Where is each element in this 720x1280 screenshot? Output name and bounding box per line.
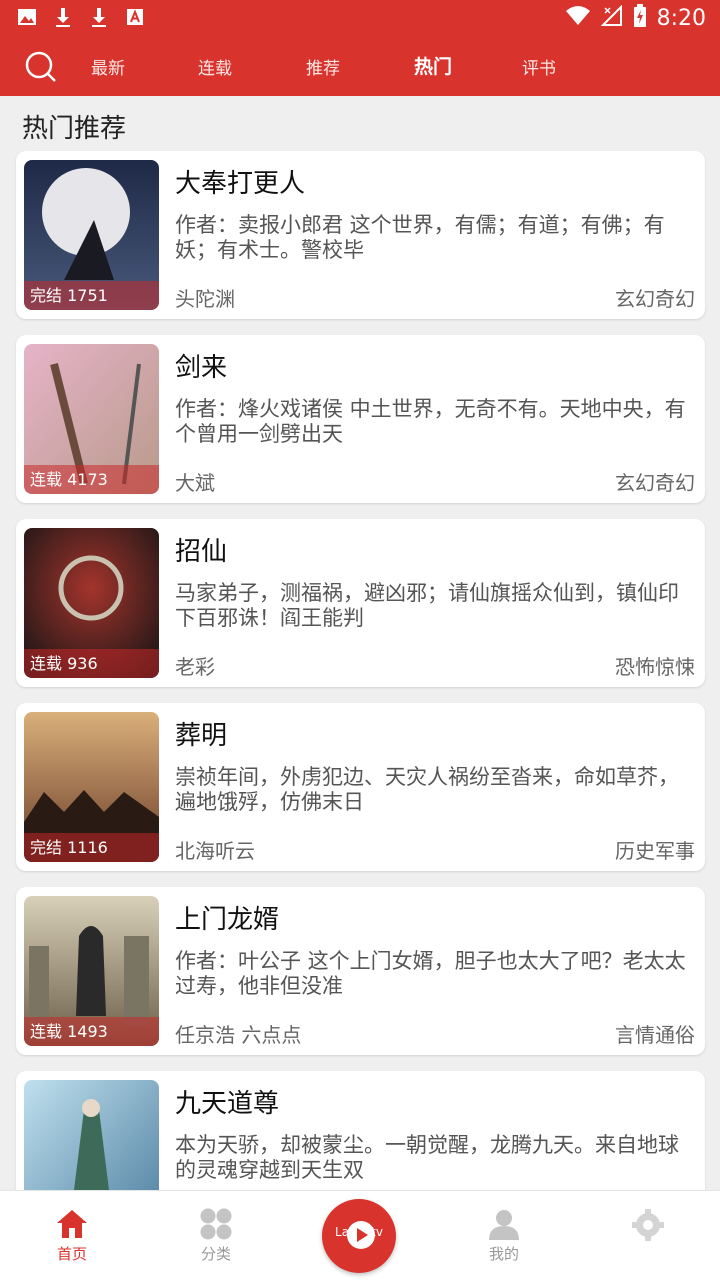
tab-recommended[interactable]: 推荐 — [306, 54, 340, 79]
book-narrator: 头陀渊 — [175, 287, 235, 311]
tab-storytelling[interactable]: 评书 — [522, 54, 556, 79]
download-icon — [88, 6, 110, 28]
book-description: 崇祯年间，外虏犯边、天灾人祸纷至沓来，命如草芥，遍地饿殍，仿佛末日 — [175, 765, 679, 814]
book-category: 玄幻奇幻 — [615, 287, 695, 311]
book-title: 九天道尊 — [175, 1089, 280, 1119]
signal-icon — [600, 4, 623, 31]
book-narrator: 北海听云 — [175, 839, 255, 863]
book-description: 马家弟子，测福祸，避凶邪；请仙旗摇众仙到，镇仙印下百邪诛！阎王能判 — [175, 581, 679, 630]
image-icon — [16, 6, 38, 28]
cover-badge: 连载 4173 — [24, 465, 159, 494]
cover-badge: 完结 1751 — [24, 281, 159, 310]
book-cover[interactable]: 连载 4173 — [24, 344, 159, 494]
book-cover[interactable]: 连载 1493 — [24, 896, 159, 1046]
top-nav-bar: 最新 连载 推荐 热门 评书 — [0, 36, 720, 96]
book-category: 历史军事 — [615, 839, 695, 863]
book-title: 葬明 — [175, 721, 228, 751]
book-description: 作者：烽火戏诸侯 中土世界，无奇不有。天地中央，有个曾用一剑劈出天 — [175, 397, 686, 446]
book-category: 言情通俗 — [615, 1023, 695, 1047]
book-card[interactable]: 完结 1751 大奉打更人 作者：卖报小郎君 这个世界，有儒；有道；有佛；有妖；… — [16, 151, 705, 319]
tab-serializing[interactable]: 连载 — [198, 54, 232, 79]
status-bar: 8:20 — [0, 0, 720, 36]
center-play-button[interactable]: Laodi.tv — [322, 1199, 396, 1273]
book-title: 上门龙婿 — [175, 905, 280, 935]
book-narrator: 大斌 — [175, 471, 215, 495]
book-card[interactable]: 连载 4173 剑来 作者：烽火戏诸侯 中土世界，无奇不有。天地中央，有个曾用一… — [16, 335, 705, 503]
book-cover[interactable]: 完结 1751 — [24, 160, 159, 310]
nav-profile-label: 我的 — [488, 1245, 519, 1263]
nav-profile[interactable]: 我的 — [464, 1207, 544, 1264]
book-card[interactable]: 完结 1116 葬明 崇祯年间，外虏犯边、天灾人祸纷至沓来，命如草芥，遍地饿殍，… — [16, 703, 705, 871]
cover-badge: 连载 1493 — [24, 1017, 159, 1046]
nav-settings[interactable] — [608, 1207, 688, 1243]
nav-categories[interactable]: 分类 — [176, 1207, 256, 1264]
download-icon — [52, 6, 74, 28]
book-card[interactable]: 连载 936 招仙 马家弟子，测福祸，避凶邪；请仙旗摇众仙到，镇仙印下百邪诛！阎… — [16, 519, 705, 687]
section-title: 热门推荐 — [22, 114, 127, 144]
book-category: 玄幻奇幻 — [615, 471, 695, 495]
gear-icon — [632, 1209, 664, 1241]
book-cover[interactable]: 完结 1116 — [24, 712, 159, 862]
user-icon — [489, 1210, 519, 1240]
nav-home-label: 首页 — [56, 1245, 87, 1263]
app-notification-icon — [124, 6, 146, 28]
cover-badge: 连载 936 — [24, 649, 159, 678]
clock: 8:20 — [656, 5, 706, 31]
play-icon — [347, 1221, 375, 1249]
home-icon — [57, 1210, 87, 1238]
book-category: 恐怖惊悚 — [615, 655, 695, 679]
book-narrator: 老彩 — [175, 655, 215, 679]
nav-home[interactable]: 首页 — [32, 1207, 112, 1264]
tab-popular[interactable]: 热门 — [414, 52, 452, 79]
grid-icon — [200, 1208, 232, 1240]
tab-latest[interactable]: 最新 — [91, 54, 125, 79]
book-description: 作者：卖报小郎君 这个世界，有儒；有道；有佛；有妖；有术士。警校毕 — [175, 213, 665, 262]
wifi-icon — [565, 5, 591, 31]
book-title: 大奉打更人 — [175, 169, 306, 199]
search-icon[interactable] — [24, 50, 58, 84]
status-notifications — [16, 6, 146, 28]
book-description: 作者：叶公子 这个上门女婿，胆子也太大了吧？老太太过寿，他非但没准 — [175, 949, 686, 998]
book-title: 剑来 — [175, 353, 228, 383]
bottom-nav-bar: 首页 分类 Laodi.tv 我的 — [0, 1190, 720, 1280]
nav-categories-label: 分类 — [200, 1245, 231, 1263]
book-title: 招仙 — [175, 537, 228, 567]
battery-icon — [633, 4, 647, 32]
book-cover[interactable]: 连载 936 — [24, 528, 159, 678]
book-description: 本为天骄，却被蒙尘。一朝觉醒，龙腾九天。来自地球的灵魂穿越到天生双 — [175, 1133, 679, 1182]
book-narrator: 任京浩 六点点 — [175, 1023, 302, 1047]
cover-badge: 完结 1116 — [24, 833, 159, 862]
book-card[interactable]: 连载 1493 上门龙婿 作者：叶公子 这个上门女婿，胆子也太大了吧？老太太过寿… — [16, 887, 705, 1055]
